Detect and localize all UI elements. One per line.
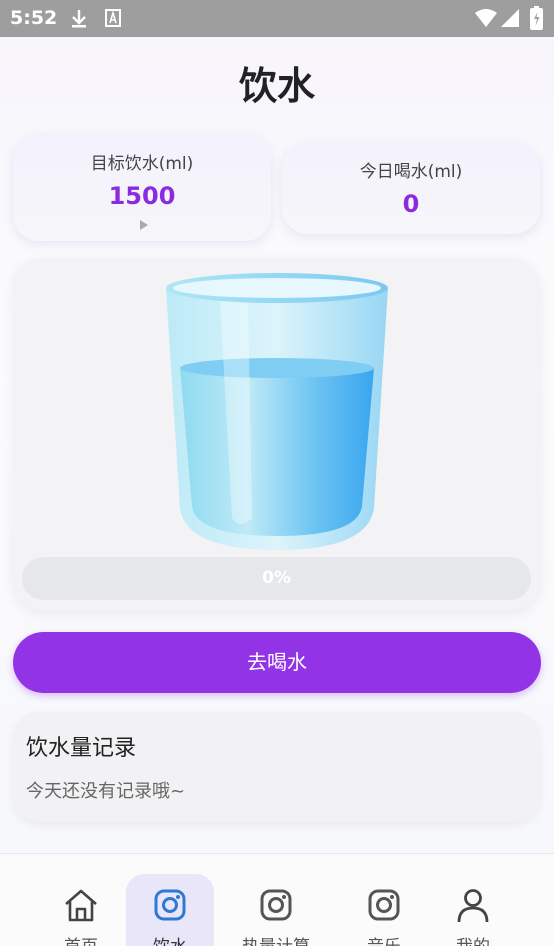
camera-icon (154, 889, 186, 921)
goal-value: 1500 (108, 182, 176, 210)
nav-label-water: 饮水 (126, 932, 214, 946)
record-empty-text: 今天还没有记录哦~ (26, 781, 186, 802)
progress-bar: 0% (22, 557, 531, 600)
camera-icon (260, 889, 292, 921)
nav-label-calories: 热量计算 (232, 932, 320, 946)
status-bar: 5:52 (0, 0, 554, 37)
today-label: 今日喝水(ml) (359, 162, 463, 182)
camera-icon (368, 889, 400, 921)
today-value: 0 (402, 190, 420, 218)
progress-text: 0% (262, 568, 291, 588)
signal-icon (501, 9, 519, 27)
goal-label: 目标饮水(ml) (90, 154, 194, 174)
play-arrow-icon (140, 220, 148, 230)
water-glass-illustration (166, 273, 388, 550)
nav-item-music[interactable]: 音乐 (340, 854, 428, 946)
nav-label-profile: 我的 (429, 932, 517, 946)
status-time: 5:52 (10, 7, 58, 29)
record-title: 饮水量记录 (26, 736, 137, 761)
nav-item-home[interactable]: 首页 (37, 854, 125, 946)
nav-item-water[interactable]: 饮水 (126, 874, 214, 946)
app-a-icon (105, 9, 121, 27)
download-icon (72, 10, 86, 28)
goal-card[interactable]: 目标饮水(ml) 1500 (13, 134, 271, 241)
nav-label-home: 首页 (37, 932, 125, 946)
today-card: 今日喝水(ml) 0 (282, 143, 540, 234)
home-icon (65, 889, 97, 922)
page-title: 饮水 (238, 64, 315, 108)
person-icon (457, 889, 489, 923)
drink-water-button[interactable]: 去喝水 (13, 632, 541, 693)
nav-label-music: 音乐 (340, 932, 428, 946)
wifi-icon (475, 9, 497, 27)
bottom-nav: 首页 饮水 热量计算 音乐 我的 (0, 853, 554, 946)
nav-item-calories[interactable]: 热量计算 (232, 854, 320, 946)
nav-item-profile[interactable]: 我的 (429, 854, 517, 946)
battery-icon (530, 6, 543, 30)
water-record-card: 饮水量记录 今天还没有记录哦~ (13, 712, 540, 822)
